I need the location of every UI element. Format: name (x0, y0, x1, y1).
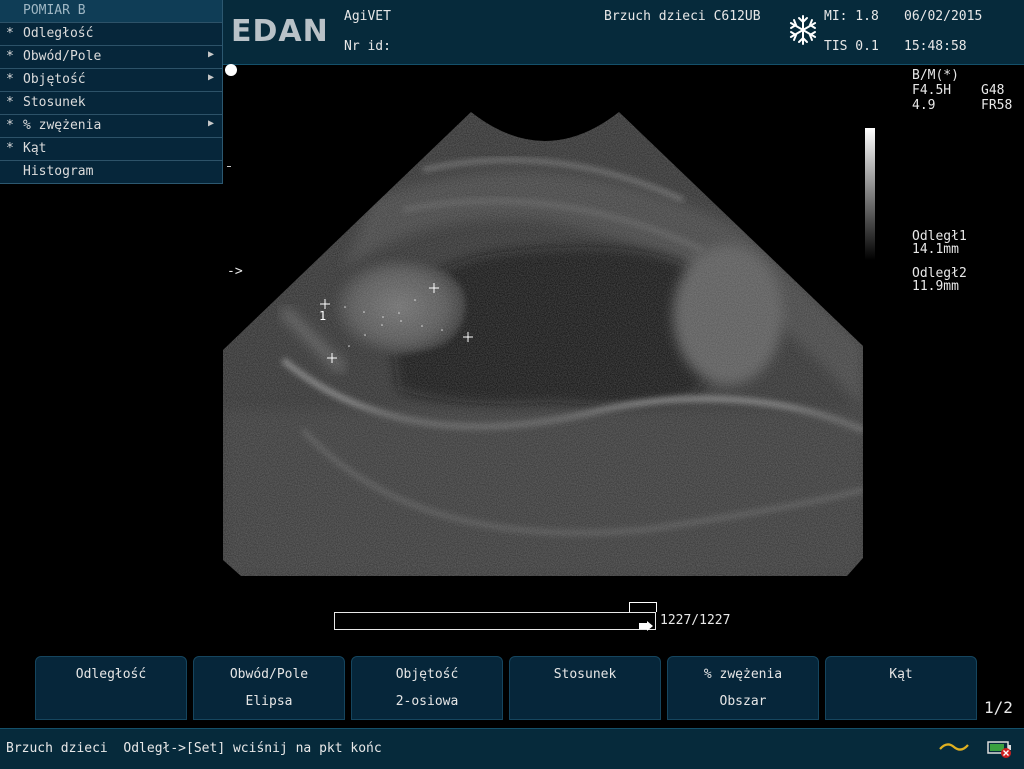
menu-star-icon: * (6, 95, 14, 110)
measurement-menu: POMIAR B * Odległość * Obwód/Pole ▶ * Ob… (0, 0, 223, 184)
menu-item-label: Stosunek (23, 95, 86, 110)
softkey-label: Kąt (889, 667, 913, 682)
cine-bracket (629, 602, 657, 612)
softkey-label: Objętość (395, 667, 459, 682)
cine-progress-bar[interactable] (334, 612, 656, 631)
measurement-1-value: 14.1mm (912, 242, 959, 257)
measurement-2-value: 11.9mm (912, 279, 959, 294)
gain: G48 (981, 83, 1005, 98)
softkey-label: Obwód/Pole (229, 667, 309, 682)
menu-item-circumference-area[interactable]: * Obwód/Pole ▶ (0, 46, 222, 69)
softkey-label: Odległość (75, 667, 147, 682)
softkey-circumference-area[interactable]: Obwód/Pole Elipsa (193, 656, 345, 720)
submenu-arrow-icon: ▶ (207, 49, 214, 60)
softkey-sublabel: Obszar (719, 694, 767, 709)
menu-item-label: Kąt (23, 141, 47, 156)
menu-item-distance[interactable]: * Odległość (0, 23, 222, 46)
softkey-page-indicator[interactable]: 1/2 (984, 698, 1013, 717)
softkey-stenosis[interactable]: % zwężenia Obszar (667, 656, 819, 720)
menu-item-label: Objętość (23, 72, 86, 87)
softkey-sublabel: 2-osiowa (395, 694, 459, 709)
menu-item-label: Obwód/Pole (23, 49, 102, 64)
mi-value: MI: 1.8 (824, 9, 879, 24)
menu-star-icon: * (6, 141, 14, 156)
menu-star-icon: * (6, 26, 14, 41)
cine-frame-counter: 1227/1227 (660, 613, 731, 628)
exam-time: 15:48:58 (904, 39, 967, 54)
softkey-ratio[interactable]: Stosunek (509, 656, 661, 720)
softkey-label: Stosunek (553, 667, 617, 682)
menu-item-histogram[interactable]: Histogram (0, 161, 222, 183)
wave-icon (938, 739, 970, 755)
ultrasound-image[interactable]: 1 (223, 110, 865, 578)
menu-title: POMIAR B (0, 0, 222, 23)
menu-item-label: % zwężenia (23, 118, 102, 133)
menu-item-label: Histogram (23, 164, 94, 179)
tis-value: TIS 0.1 (824, 39, 879, 54)
battery-icon (985, 739, 1015, 759)
caliper-label: 1 (319, 309, 326, 323)
softkey-sublabel: Elipsa (245, 694, 293, 709)
exam-date: 06/02/2015 (904, 9, 983, 24)
imaging-mode: B/M(*) (912, 68, 959, 83)
softkey-label: % zwężenia (703, 667, 783, 682)
frequency: F4.5H (912, 83, 952, 98)
menu-star-icon: * (6, 118, 14, 133)
edan-logo: EDAN (231, 14, 329, 49)
menu-title-label: POMIAR B (23, 3, 86, 18)
menu-item-ratio[interactable]: * Stosunek (0, 92, 222, 115)
submenu-arrow-icon: ▶ (207, 72, 214, 83)
freeze-snowflake-icon (787, 14, 819, 46)
status-message: Brzuch dzieci Odległ->[Set] wciśnij na p… (6, 741, 382, 756)
menu-item-stenosis[interactable]: * % zwężenia ▶ (0, 115, 222, 138)
menu-star-icon: * (6, 49, 14, 64)
exam-preset: Brzuch dzieci C612UB (604, 9, 761, 24)
menu-item-label: Odległość (23, 26, 94, 41)
menu-star-icon: * (6, 72, 14, 87)
menu-item-angle[interactable]: * Kąt (0, 138, 222, 161)
status-bar: Brzuch dzieci Odległ->[Set] wciśnij na p… (0, 728, 1024, 769)
grayscale-bar (865, 128, 875, 260)
frame-rate: FR58 (981, 98, 1013, 113)
probe-orientation-marker (225, 64, 237, 76)
cine-cursor-icon[interactable] (639, 616, 653, 631)
softkey-angle[interactable]: Kąt (825, 656, 977, 720)
menu-item-volume[interactable]: * Objętość ▶ (0, 69, 222, 92)
hospital-name: AgiVET (344, 9, 391, 24)
softkey-volume[interactable]: Objętość 2-osiowa (351, 656, 503, 720)
depth: 4.9 (912, 98, 936, 113)
submenu-arrow-icon: ▶ (207, 118, 214, 129)
softkey-distance[interactable]: Odległość (35, 656, 187, 720)
patient-id-label: Nr id: (344, 39, 391, 54)
